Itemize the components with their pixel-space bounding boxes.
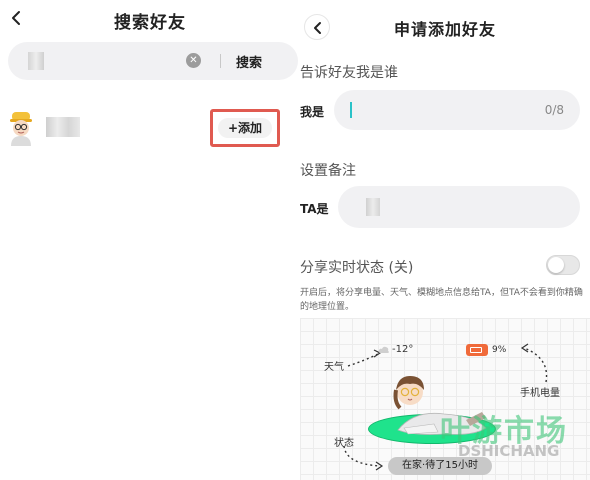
clear-icon[interactable]: ✕ [186,53,201,68]
divider [220,54,221,68]
avatar [10,112,32,146]
cloud-icon [378,346,389,353]
blurred-query-text [28,52,44,70]
toggle-knob [548,257,564,273]
status-label: 状态 [334,438,354,449]
share-status-toggle[interactable] [546,255,580,275]
weather-label: 天气 [324,362,344,373]
temperature-value: -12° [392,344,414,355]
section-heading: 告诉好友我是谁 [300,65,398,81]
add-button-highlight: +添加 [210,109,280,147]
page-title: 搜索好友 [114,13,186,33]
search-button[interactable]: 搜索 [236,52,262,71]
phone-battery-label: 手机电量 [520,388,560,399]
friend-request-panel: 申请添加好友 告诉好友我是谁 我是 0/8 设置备注 TA是 分享实时状态 (关… [300,0,590,480]
self-field-label: 我是 [300,105,325,119]
remark-input[interactable] [338,186,580,228]
share-status-label: 分享实时状态 (关) [300,260,414,276]
screen: 搜索好友 ✕ 搜索 +添加 申请添加好友 告诉好友我是谁 我是 0/8 设置备注… [0,0,590,480]
search-friends-panel: 搜索好友 ✕ 搜索 +添加 [0,0,300,480]
watermark-subtext: DSHICHANG [458,442,560,460]
search-input[interactable]: ✕ 搜索 [8,42,298,80]
share-description: 开启后，将分享电量、天气、模糊地点信息给TA，但TA不会看到你精确的地理位置。 [300,288,583,312]
battery-icon [466,344,488,356]
battery-value: 9% [492,345,507,355]
status-illustration: 天气 -12° 9% 手机电量 状态 在家·待了15小时 叶游市场 DSHICH… [300,318,590,480]
section-heading: 设置备注 [300,163,356,179]
page-title: 申请添加好友 [393,20,496,39]
text-caret [350,102,352,118]
blurred-remark-text [366,198,380,216]
char-counter: 0/8 [544,103,564,117]
add-friend-button[interactable]: +添加 [218,118,272,138]
remark-field-label: TA是 [300,202,329,216]
self-intro-input[interactable]: 0/8 [334,90,580,130]
blurred-username [46,117,80,137]
